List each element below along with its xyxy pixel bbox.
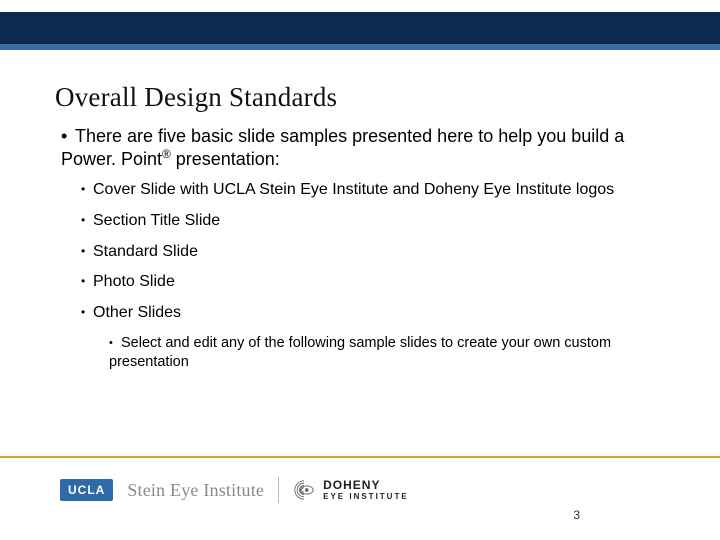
stein-eye-institute-text: Stein Eye Institute xyxy=(127,480,264,501)
header-navy-band xyxy=(0,12,720,44)
footer-logos: UCLA Stein Eye Institute DOHENY EYE INST… xyxy=(60,470,660,510)
page-number: 3 xyxy=(573,508,580,522)
bullet-icon: • xyxy=(109,336,121,350)
bullet-icon: • xyxy=(81,213,93,229)
footer-gold-rule xyxy=(0,456,720,458)
list-item: •Other Slides xyxy=(81,303,670,324)
intro-bullet: •There are five basic slide samples pres… xyxy=(61,125,670,170)
bullet-icon: • xyxy=(81,182,93,198)
bullet-icon: • xyxy=(81,274,93,290)
doheny-eye-icon xyxy=(293,479,315,501)
list-item-text: Cover Slide with UCLA Stein Eye Institut… xyxy=(93,181,614,198)
doheny-text: DOHENY EYE INSTITUTE xyxy=(323,479,409,501)
list-item: •Cover Slide with UCLA Stein Eye Institu… xyxy=(81,180,670,201)
list-item-text: Photo Slide xyxy=(93,273,175,290)
list-item: •Section Title Slide xyxy=(81,211,670,232)
list-item-text: Standard Slide xyxy=(93,243,198,260)
list-item-text: Section Title Slide xyxy=(93,212,220,229)
list-item: •Photo Slide xyxy=(81,272,670,293)
ucla-badge: UCLA xyxy=(60,479,113,501)
intro-text-pre: There are five basic slide samples prese… xyxy=(61,126,624,169)
header-blue-rule xyxy=(0,44,720,50)
content-area: Overall Design Standards •There are five… xyxy=(55,82,670,378)
intro-text-post: presentation: xyxy=(171,149,280,169)
footer-divider xyxy=(278,477,279,503)
list-item-text: Other Slides xyxy=(93,304,181,321)
doheny-line1: DOHENY xyxy=(323,479,409,491)
doheny-line2: EYE INSTITUTE xyxy=(323,493,409,501)
bullet-icon: • xyxy=(61,125,75,148)
list-item: •Standard Slide xyxy=(81,242,670,263)
bullet-icon: • xyxy=(81,244,93,260)
bullet-icon: • xyxy=(81,305,93,321)
subnote-bullet: •Select and edit any of the following sa… xyxy=(109,334,670,372)
registered-mark: ® xyxy=(162,148,171,161)
slide-title: Overall Design Standards xyxy=(55,82,670,113)
subnote-text: Select and edit any of the following sam… xyxy=(109,335,611,370)
doheny-logo: DOHENY EYE INSTITUTE xyxy=(293,479,409,501)
slide: Overall Design Standards •There are five… xyxy=(0,0,720,540)
